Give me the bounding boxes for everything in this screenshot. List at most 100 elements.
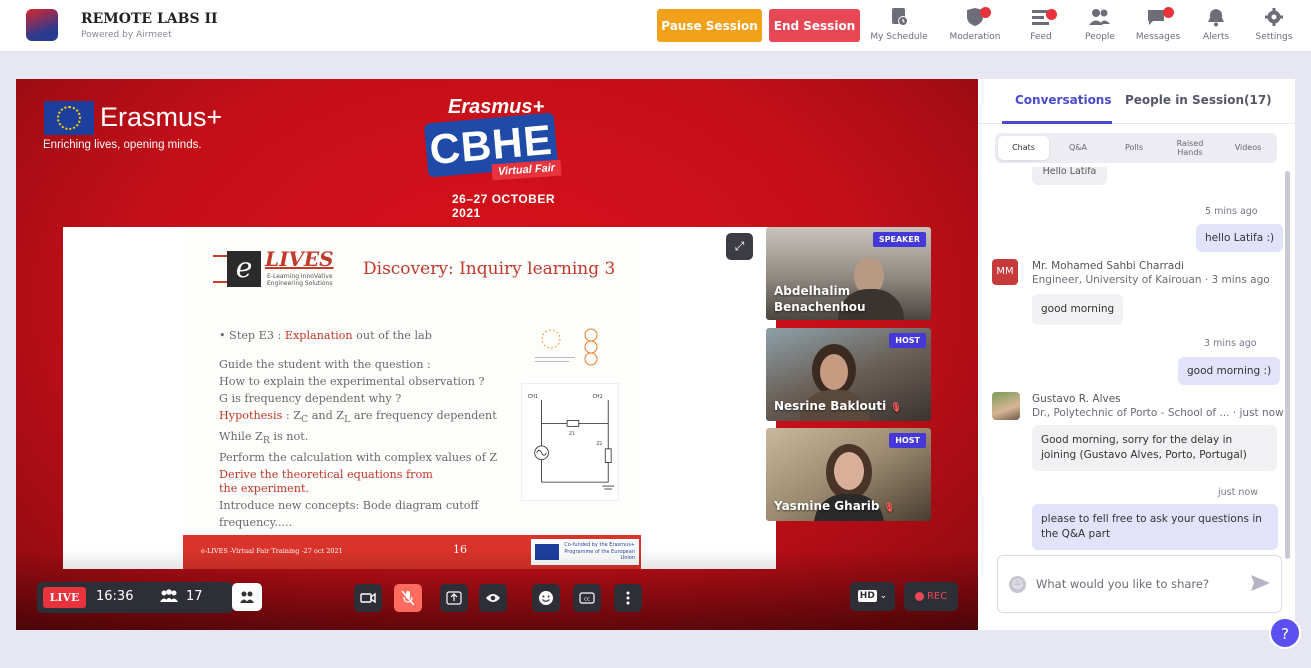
emoji-icon[interactable]: ☺ (1009, 576, 1026, 593)
camera-button[interactable] (354, 584, 382, 612)
participant-name: Nesrine Baklouti 🎙 (774, 399, 902, 413)
nav-label: Alerts (1202, 32, 1230, 42)
schedule-icon (887, 7, 911, 27)
fullscreen-button[interactable]: ⤢ (726, 233, 753, 260)
nav-alerts[interactable]: Alerts (1183, 4, 1249, 48)
chat-message-own: good morning :) (1178, 357, 1281, 385)
video-quality-select[interactable]: HD ⌄ (850, 582, 895, 611)
captions-button[interactable]: cc (573, 584, 601, 612)
subtab-raised-hands[interactable]: Raised Hands (1165, 136, 1215, 160)
chat-message-clipped: Hello Latifa (1032, 167, 1107, 185)
event-title: REMOTE LABS II (81, 11, 218, 27)
video-tile-host-1[interactable]: HOST Nesrine Baklouti 🎙 (766, 328, 931, 421)
messages-alert-dot (1163, 7, 1174, 18)
nav-messages[interactable]: Messages (1125, 4, 1191, 48)
nav-people[interactable]: People (1067, 4, 1133, 48)
nav-label: Moderation (949, 32, 1001, 42)
chat-composer: ☺ (997, 555, 1282, 613)
subtab-qa[interactable]: Q&A (1053, 136, 1103, 160)
chat-message-own: please to fell free to ask your question… (1032, 504, 1278, 550)
mic-mute-button[interactable] (394, 584, 422, 612)
attendee-count: 17 (186, 589, 203, 604)
subtab-chats[interactable]: Chats (998, 136, 1049, 160)
chat-input[interactable] (1036, 572, 1226, 596)
tab-conversations[interactable]: Conversations (1015, 93, 1112, 107)
send-icon[interactable] (1249, 572, 1271, 594)
live-badge: LIVE (43, 587, 86, 608)
chat-message-own: hello Latifa :) (1196, 224, 1284, 252)
svg-text:cc: cc (584, 597, 590, 603)
subtab-videos[interactable]: Videos (1223, 136, 1273, 160)
reactions-button[interactable] (532, 584, 560, 612)
svg-text:CH1: CH1 (528, 394, 538, 400)
top-bar: REMOTE LABS II Powered by Airmeet Pause … (0, 0, 1311, 52)
share-screen-button[interactable] (440, 584, 468, 612)
avatar (992, 392, 1020, 420)
host-badge: HOST (889, 433, 926, 448)
chat-message: Good morning, sorry for the delay in joi… (1032, 425, 1277, 471)
presentation-slide: e LIVES E-Learning InnoVative Engineerin… (183, 227, 641, 569)
message-timestamp: 5 mins ago (1205, 206, 1258, 217)
tab-people-in-session[interactable]: People in Session(17) (1125, 93, 1272, 107)
svg-text:Z2: Z2 (596, 441, 602, 447)
nav-settings[interactable]: Settings (1241, 4, 1307, 48)
cbhe-virtual-fair-logo: Erasmus+ CBHE Virtual Fair 26–27 OCTOBER… (416, 94, 576, 220)
message-sender: Mr. Mohamed Sahbi Charradi Engineer, Uni… (1032, 260, 1270, 286)
messages-icon (1146, 7, 1174, 27)
participant-name: Yasmine Gharib 🎙 (774, 499, 896, 513)
end-session-button[interactable]: End Session (769, 9, 860, 42)
more-options-button[interactable] (614, 584, 642, 612)
message-sender: Gustavo R. Alves Dr., Polytechnic of Por… (1032, 393, 1284, 419)
message-timestamp: 3 mins ago (1204, 338, 1257, 349)
avatar: MM (992, 259, 1018, 285)
record-button[interactable]: REC (904, 582, 958, 611)
feed-alert-dot (1046, 9, 1057, 20)
event-logo (26, 9, 58, 41)
nav-label: Messages (1135, 32, 1181, 42)
participant-name: Abdelhalim Benachenhou (774, 284, 866, 314)
side-panel: Conversations People in Session(17) Chat… (978, 79, 1295, 630)
record-dot-icon (914, 591, 924, 601)
subtab-polls[interactable]: Polls (1109, 136, 1159, 160)
nav-moderation[interactable]: Moderation (942, 4, 1008, 48)
video-tile-host-2[interactable]: HOST Yasmine Gharib 🎙 (766, 428, 931, 521)
svg-text:Z1: Z1 (569, 431, 575, 437)
mic-off-icon: 🎙 (883, 503, 896, 513)
lives-logo: e LIVES E-Learning InnoVative Engineerin… (213, 247, 343, 294)
gear-icon (1262, 7, 1286, 27)
nav-label: People (1085, 32, 1115, 42)
nav-label: Feed (1030, 32, 1052, 42)
cbhe-sub-text: Virtual Fair (491, 159, 562, 181)
people-panel-button[interactable] (232, 583, 262, 611)
chat-scrollbar[interactable] (1285, 171, 1290, 559)
help-button[interactable]: ? (1269, 617, 1301, 649)
cbhe-date: 26–27 OCTOBER 2021 (452, 192, 555, 220)
chevron-down-icon: ⌄ (879, 591, 888, 601)
session-time: 16:36 (96, 589, 134, 604)
session-stage: Erasmus+ Enriching lives, opening minds.… (16, 79, 978, 630)
cycle-diagram-icon (535, 328, 598, 366)
nav-feed[interactable]: Feed (1008, 4, 1074, 48)
event-subtitle: Powered by Airmeet (81, 30, 172, 40)
mic-off-icon: 🎙 (890, 403, 902, 413)
slide-body: • Step E3 : Explanation out of the lab G… (219, 329, 498, 530)
nav-label: My Schedule (870, 32, 928, 42)
svg-text:CH2: CH2 (593, 394, 603, 400)
feed-icon (1029, 7, 1057, 27)
slide-title: Discovery: Inquiry learning 3 (363, 259, 616, 279)
chat-message: good morning (1032, 294, 1124, 325)
speaker-badge: SPEAKER (872, 232, 926, 247)
nav-label: Settings (1255, 32, 1293, 42)
video-tile-speaker[interactable]: SPEAKER Abdelhalim Benachenhou (766, 227, 931, 320)
nav-my-schedule[interactable]: My Schedule (866, 4, 932, 48)
live-status-pill: LIVE 16:36 17 (37, 582, 233, 613)
circuit-diagram: CH1 CH2 Z1 Z2 (521, 383, 619, 501)
attendees-icon (159, 589, 179, 607)
view-toggle-button[interactable] (479, 584, 507, 612)
moderation-icon (963, 7, 991, 27)
people-icon (1088, 7, 1112, 27)
bell-icon (1204, 7, 1228, 27)
pause-session-button[interactable]: Pause Session (657, 9, 762, 42)
presentation-area: e LIVES E-Learning InnoVative Engineerin… (63, 227, 776, 569)
erasmus-tagline: Enriching lives, opening minds. (43, 139, 202, 151)
